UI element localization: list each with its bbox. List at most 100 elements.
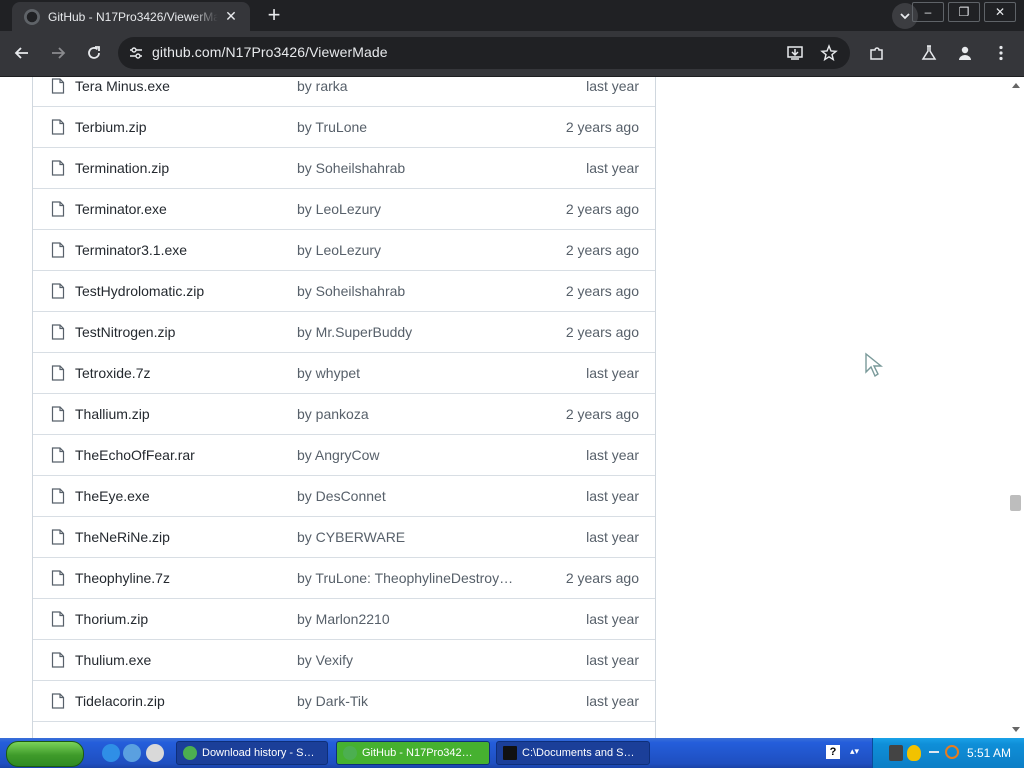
commit-author[interactable]: by whypet [297,365,517,381]
file-icon [51,570,65,586]
file-name-link[interactable]: Thulium.exe [75,652,151,668]
file-name-link[interactable]: Tera Minus.exe [75,78,170,94]
file-name-link[interactable]: Terbium.zip [75,119,147,135]
file-row[interactable]: Tetroxide.7z by whypet last year [33,352,655,393]
commit-author[interactable]: by TruLone: TheophylineDestroy… [297,570,517,586]
commit-author[interactable]: by TruLone [297,119,517,135]
file-name-link[interactable]: TheEchoOfFear.rar [75,447,195,463]
menu-button[interactable] [988,40,1014,66]
file-name-link[interactable]: Thorium.zip [75,611,148,627]
vertical-scrollbar[interactable] [1008,77,1024,738]
file-row[interactable]: TestHydrolomatic.zip by Soheilshahrab 2 ye… [33,270,655,311]
file-name-link[interactable]: Terminator3.1.exe [75,242,187,258]
file-name-link[interactable]: Termination.zip [75,160,169,176]
file-icon [51,652,65,668]
scroll-up-icon[interactable] [1012,83,1020,88]
file-name-link[interactable]: TheEye.exe [75,488,150,504]
file-name-link[interactable]: TestHydrolomatic.zip [75,283,204,299]
file-icon [51,201,65,217]
site-info-icon[interactable] [126,43,146,63]
file-icon [51,78,65,94]
tab-close-button[interactable]: ✕ [222,8,240,25]
file-icon [51,447,65,463]
media-player-icon[interactable] [146,744,164,762]
commit-age: last year [586,78,639,94]
file-row[interactable]: TestNitrogen.zip by Mr.SuperBuddy 2 years … [33,311,655,352]
file-icon [51,693,65,709]
commit-author[interactable]: by Vexify [297,652,517,668]
commit-author[interactable]: by Soheilshahrab [297,283,517,299]
file-row[interactable]: Thorium.zip by Marlon2210 last year [33,598,655,639]
file-row[interactable]: Thulium.exe by Vexify last year [33,639,655,680]
file-row[interactable]: Terminator.exe by LeoLezury 2 years ago [33,188,655,229]
file-row[interactable]: Terminator3.1.exe by LeoLezury 2 years ago [33,229,655,270]
file-row[interactable]: Terbium.zip by TruLone 2 years ago [33,106,655,147]
file-name-link[interactable]: TheNeRiNe.zip [75,529,170,545]
file-row[interactable]: Termination.zip by Soheilshahrab last year [33,147,655,188]
file-name-link[interactable]: Tidelacorin.zip [75,693,165,709]
file-row[interactable]: TheNeRiNe.zip by CYBERWARE last year [33,516,655,557]
commit-age: 2 years ago [565,242,639,258]
system-tray: 5:51 AM [872,738,1024,768]
scroll-thumb[interactable] [1010,495,1021,511]
commit-age: last year [586,611,639,627]
file-name-link[interactable]: Thallium.zip [75,406,150,422]
commit-author[interactable]: by LeoLezury [297,201,517,217]
arrow-right-icon [52,47,66,59]
task-github[interactable]: GitHub - N17Pro342… [336,741,490,765]
commit-author[interactable]: by rarka [297,78,517,94]
file-name-link[interactable]: Tetroxide.7z [75,365,150,381]
file-row[interactable]: Thallium.zip by pankoza 2 years ago [33,393,655,434]
start-button[interactable] [6,741,84,767]
task-label: C:\Documents and S… [522,747,635,759]
commit-author[interactable]: by Mr.SuperBuddy [297,324,517,340]
task-download-history[interactable]: Download history - S… [176,741,328,765]
commit-author[interactable]: by Dark-Tik [297,693,517,709]
back-button[interactable] [9,40,35,66]
commit-author[interactable]: by Soheilshahrab [297,160,517,176]
profile-button[interactable] [952,40,978,66]
browser-quicklaunch-icon[interactable] [123,744,141,762]
file-icon [51,488,65,504]
file-row[interactable]: Theophyline.7z by TruLone: TheophylineDes… [33,557,655,598]
commit-author[interactable]: by CYBERWARE [297,529,517,545]
help-icon[interactable]: ? [826,745,840,759]
file-row[interactable]: Tera Minus.exe by rarka last year [33,77,655,106]
security-shield-icon[interactable] [907,745,921,761]
minimize-button[interactable]: – [912,2,944,22]
file-row[interactable]: TheEye.exe by DesConnet last year [33,475,655,516]
internet-explorer-icon[interactable] [102,744,120,762]
tab-title: GitHub - N17Pro3426/ViewerMade [48,9,218,24]
file-row[interactable] [33,721,655,738]
tray-expand-icon[interactable]: ▴▾ [850,746,859,757]
new-tab-button[interactable]: + [262,4,286,28]
close-window-button[interactable]: ✕ [984,2,1016,22]
file-name-link[interactable]: TestNitrogen.zip [75,324,175,340]
commit-author[interactable]: by pankoza [297,406,517,422]
file-name-link[interactable]: Theophyline.7z [75,570,170,586]
clock[interactable]: 5:51 AM [967,746,1011,760]
tab-github[interactable]: GitHub - N17Pro3426/ViewerMade ✕ [12,2,250,31]
scroll-down-icon[interactable] [1012,727,1020,732]
labs-button[interactable] [916,40,942,66]
address-bar[interactable]: github.com/N17Pro3426/ViewerMade [118,37,850,69]
commit-author[interactable]: by DesConnet [297,488,517,504]
forward-button[interactable] [45,40,71,66]
search-icon[interactable] [945,745,959,759]
file-row[interactable]: TheEchoOfFear.rar by AngryCow last year [33,434,655,475]
restore-button[interactable]: ❐ [948,2,980,22]
extensions-button[interactable] [864,40,890,66]
file-name-link[interactable]: Terminator.exe [75,201,167,217]
commit-author[interactable]: by AngryCow [297,447,517,463]
kebab-menu-icon [999,45,1003,61]
commit-author[interactable]: by Marlon2210 [297,611,517,627]
url-text: github.com/N17Pro3426/ViewerMade [152,44,388,60]
taskbar: Download history - S… GitHub - N17Pro342… [0,738,1024,768]
network-icon[interactable] [889,745,903,761]
file-row[interactable]: Tidelacorin.zip by Dark-Tik last year [33,680,655,721]
task-7zip-explorer[interactable]: C:\Documents and S… [496,741,650,765]
reload-button[interactable] [81,40,107,66]
bookmark-star-icon[interactable] [818,42,840,64]
install-app-icon[interactable] [784,42,806,64]
commit-author[interactable]: by LeoLezury [297,242,517,258]
